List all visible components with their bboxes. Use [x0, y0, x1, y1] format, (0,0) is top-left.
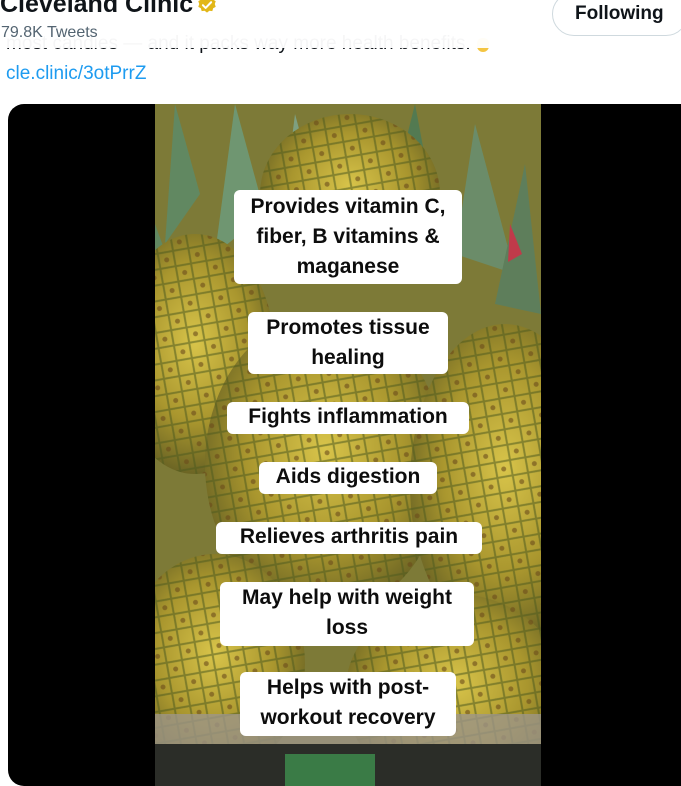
label-inflammation: Fights inflammation [227, 402, 469, 434]
video-frame[interactable]: Provides vitamin C, fiber, B vitamins & … [155, 104, 541, 786]
label-arthritis-line1: Relieves arthritis pain [239, 525, 459, 548]
tweet-link[interactable]: cle.clinic/3otPrrZ [6, 62, 146, 86]
label-vitamin-c-line2: fiber, B vitamins & [256, 225, 440, 248]
label-arthritis: Relieves arthritis pain [216, 522, 482, 554]
tweet-count: 79.8K Tweets [1, 24, 98, 41]
account-name-row: Cleveland Clinic [0, 0, 218, 19]
label-tissue-healing: Promotes tissue healing [248, 312, 448, 374]
verified-badge-icon [198, 0, 216, 13]
label-vitamin-c-line3: maganese [296, 255, 400, 278]
label-digestion: Aids digestion [259, 462, 437, 494]
label-inflammation-line1: Fights inflammation [248, 405, 448, 428]
account-name[interactable]: Cleveland Clinic [0, 0, 193, 19]
label-post-workout-line2: workout recovery [260, 706, 436, 729]
label-vitamin-c: Provides vitamin C, fiber, B vitamins & … [234, 190, 462, 284]
label-vitamin-c-line1: Provides vitamin C, [250, 195, 446, 218]
label-weight-loss-line1: May help with weight [241, 586, 452, 609]
label-tissue-healing-line1: Promotes tissue [266, 316, 430, 339]
following-button[interactable]: Following [552, 0, 681, 36]
label-post-workout-line1: Helps with post- [266, 676, 430, 699]
profile-header: Cleveland Clinic 79.8K Tweets Following [0, 0, 681, 48]
label-tissue-healing-line2: healing [311, 346, 385, 369]
label-post-workout: Helps with post- workout recovery [240, 672, 456, 736]
label-digestion-line1: Aids digestion [275, 465, 421, 488]
label-weight-loss: May help with weight loss [220, 582, 474, 646]
label-weight-loss-line2: loss [325, 616, 369, 639]
video-player[interactable]: Provides vitamin C, fiber, B vitamins & … [8, 104, 681, 786]
